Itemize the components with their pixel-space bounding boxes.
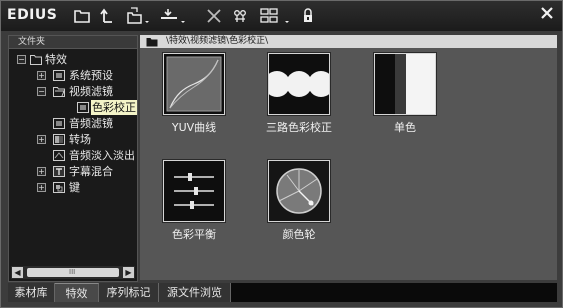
scroll-left-icon[interactable]: ◀ bbox=[12, 267, 23, 278]
effect-label: YUV曲线 bbox=[171, 121, 217, 134]
tree-node-title-mixers[interactable]: + 字幕混合 bbox=[9, 164, 137, 179]
tree-node-label: 音频滤镜 bbox=[69, 117, 113, 130]
effect-three-way-color[interactable]: 三路色彩校正 bbox=[254, 53, 344, 135]
tab-bin[interactable]: 素材库 bbox=[8, 283, 55, 302]
horizontal-scrollbar[interactable]: ◀ III ▶ bbox=[11, 266, 135, 279]
tree-node-audio-filters[interactable]: 音频滤镜 bbox=[9, 116, 137, 131]
effect-icon bbox=[53, 70, 65, 81]
tree-node-label: 系统预设 bbox=[69, 69, 113, 82]
tree-node-system-presets[interactable]: + 系统预设 bbox=[9, 68, 137, 83]
effect-label: 颜色轮 bbox=[282, 228, 316, 241]
scroll-grip: III bbox=[69, 268, 76, 276]
bottom-tab-bar: 素材库 特效 序列标记 源文件浏览 bbox=[8, 283, 557, 302]
tree-node-label: 特效 bbox=[45, 53, 67, 66]
three-way-color-icon bbox=[264, 53, 334, 115]
tab-source-browser[interactable]: 源文件浏览 bbox=[159, 283, 231, 302]
yuv-curve-icon bbox=[163, 53, 225, 115]
bin-window: EDIUS 文件夹 − 特效 + 系统预设 − 视频滤镜 色彩校正 音频滤镜 +… bbox=[0, 0, 563, 308]
expand-toggle[interactable]: + bbox=[37, 71, 46, 80]
expand-toggle[interactable]: + bbox=[37, 183, 46, 192]
tree-node-keyers[interactable]: + 键 bbox=[9, 180, 137, 195]
folder-icon[interactable] bbox=[73, 6, 91, 26]
effect-color-wheel[interactable]: 颜色轮 bbox=[254, 160, 344, 242]
tree-node-color-correction[interactable]: 色彩校正 bbox=[9, 100, 137, 115]
folder-open-icon bbox=[53, 87, 65, 97]
properties-icon[interactable] bbox=[232, 6, 248, 26]
color-balance-icon bbox=[163, 160, 225, 222]
expand-toggle[interactable]: + bbox=[37, 135, 46, 144]
app-logo: EDIUS bbox=[7, 7, 58, 23]
current-path: \特效\视频滤镜\色彩校正\ bbox=[166, 36, 269, 46]
color-wheel-icon bbox=[268, 160, 330, 222]
download-icon[interactable] bbox=[158, 6, 188, 26]
close-icon[interactable] bbox=[540, 6, 554, 23]
folder-icon bbox=[146, 38, 158, 47]
audio-fade-icon bbox=[53, 150, 65, 161]
effect-label: 单色 bbox=[394, 121, 416, 134]
folder-icon bbox=[30, 55, 42, 65]
folder-tree-panel: 文件夹 − 特效 + 系统预设 − 视频滤镜 色彩校正 音频滤镜 + 转场 音频… bbox=[8, 35, 138, 282]
tab-effects[interactable]: 特效 bbox=[55, 283, 99, 302]
tree-node-label: 字幕混合 bbox=[69, 165, 113, 178]
scroll-right-icon[interactable]: ▶ bbox=[123, 267, 134, 278]
effect-icon bbox=[53, 118, 65, 129]
lock-icon[interactable] bbox=[301, 6, 315, 26]
collapse-toggle[interactable]: − bbox=[17, 55, 26, 64]
effect-label: 色彩平衡 bbox=[172, 228, 216, 241]
up-folder-icon[interactable] bbox=[98, 6, 116, 26]
tab-sequence-markers[interactable]: 序列标记 bbox=[99, 283, 159, 302]
delete-icon[interactable] bbox=[205, 6, 223, 26]
transition-icon bbox=[53, 134, 65, 145]
effect-label: 三路色彩校正 bbox=[266, 121, 332, 134]
tree-node-label: 视频滤镜 bbox=[69, 85, 113, 98]
effect-yuv-curve[interactable]: YUV曲线 bbox=[149, 53, 239, 135]
effect-monotone[interactable]: 单色 bbox=[360, 53, 450, 135]
view-mode-icon[interactable] bbox=[258, 6, 296, 26]
collapse-toggle[interactable]: − bbox=[37, 87, 46, 96]
tree-node-label-selected: 色彩校正 bbox=[91, 100, 137, 115]
folder-tree: − 特效 + 系统预设 − 视频滤镜 色彩校正 音频滤镜 + 转场 音频淡入淡出… bbox=[9, 50, 137, 265]
tree-node-transitions[interactable]: + 转场 bbox=[9, 132, 137, 147]
tree-node-audio-fades[interactable]: 音频淡入淡出 bbox=[9, 148, 137, 163]
tree-node-video-filters[interactable]: − 视频滤镜 bbox=[9, 84, 137, 99]
folder-tree-header: 文件夹 bbox=[9, 36, 137, 49]
tree-node-effects[interactable]: − 特效 bbox=[9, 52, 137, 67]
monotone-icon bbox=[374, 53, 436, 115]
effect-icon bbox=[77, 102, 89, 113]
expand-toggle[interactable]: + bbox=[37, 167, 46, 176]
key-icon bbox=[53, 182, 65, 193]
title-icon bbox=[53, 166, 65, 177]
effects-content-panel: \特效\视频滤镜\色彩校正\ YUV曲线 三路色彩校正 单色 色彩平衡 颜色轮 bbox=[140, 35, 557, 280]
path-bar: \特效\视频滤镜\色彩校正\ bbox=[140, 35, 557, 48]
tree-node-label: 转场 bbox=[69, 133, 91, 146]
tree-node-label: 音频淡入淡出 bbox=[69, 149, 135, 162]
tree-node-label: 键 bbox=[69, 181, 80, 194]
effect-color-balance[interactable]: 色彩平衡 bbox=[149, 160, 239, 242]
title-bar: EDIUS bbox=[1, 1, 562, 31]
new-folder-icon[interactable] bbox=[124, 6, 152, 26]
